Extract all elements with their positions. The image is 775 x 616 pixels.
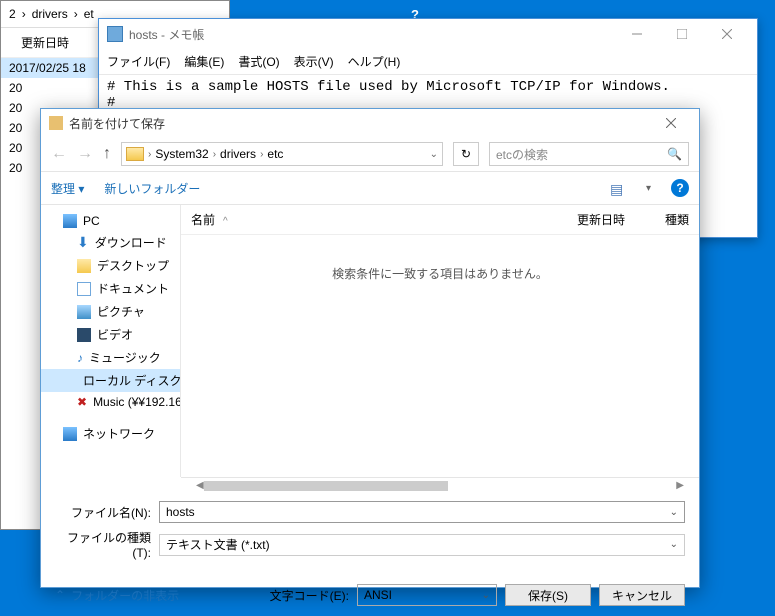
column-type[interactable]: 種類 [665,211,689,228]
tree-network[interactable]: ネットワーク [41,422,180,445]
menu-edit[interactable]: 編集(E) [184,53,224,70]
maximize-button[interactable] [659,20,704,48]
search-input[interactable]: etcの検索 🔍 [489,142,689,166]
menu-help[interactable]: ヘルプ(H) [348,53,401,70]
menu-bar: ファイル(F) 編集(E) 書式(O) 表示(V) ヘルプ(H) [99,49,757,75]
empty-message: 検索条件に一致する項目はありません。 [181,235,699,312]
back-button[interactable]: ← [51,145,67,163]
filetype-combo[interactable]: テキスト文書 (*.txt)⌄ [159,534,685,556]
new-folder-button[interactable]: 新しいフォルダー [104,180,200,197]
column-name[interactable]: 名前^ [191,211,537,228]
tree-downloads[interactable]: ⬇ダウンロード [41,231,180,254]
view-options-button[interactable] [610,181,626,195]
folder-icon [126,147,144,161]
window-title: hosts - メモ帳 [129,26,614,43]
tree-videos[interactable]: ビデオ [41,323,180,346]
save-button[interactable]: 保存(S) [505,584,591,606]
cancel-button[interactable]: キャンセル [599,584,685,606]
hide-folders-link[interactable]: ⌃フォルダーの非表示 [55,587,179,604]
tree-pc[interactable]: PC [41,211,180,231]
encoding-label: 文字コード(E): [270,587,349,604]
close-button[interactable] [704,20,749,48]
tree-music[interactable]: ♪ミュージック [41,346,180,369]
minimize-button[interactable] [614,20,659,48]
folder-icon [49,116,63,130]
tree-music-network[interactable]: ✖Music (¥¥192.168 [41,392,180,412]
address-bar[interactable]: › System32› drivers› etc ⌄ [121,142,443,166]
up-button[interactable]: ↑ [103,145,111,163]
menu-view[interactable]: 表示(V) [294,53,334,70]
notepad-icon [107,26,123,42]
filetype-label: ファイルの種類(T): [55,529,151,560]
forward-button[interactable]: → [77,145,93,163]
dialog-title: 名前を付けて保存 [69,115,651,132]
menu-file[interactable]: ファイル(F) [107,53,170,70]
filename-input[interactable]: hosts⌄ [159,501,685,523]
search-icon: 🔍 [667,147,682,161]
organize-button[interactable]: 整理 ▾ [51,180,84,197]
encoding-combo[interactable]: ANSI⌄ [357,584,497,606]
help-icon[interactable]: ? [671,179,689,197]
tree-documents[interactable]: ドキュメント [41,277,180,300]
refresh-button[interactable]: ↻ [453,142,479,166]
navigation-tree: PC ⬇ダウンロード デスクトップ ドキュメント ピクチャ ビデオ ♪ミュージッ… [41,205,181,477]
menu-format[interactable]: 書式(O) [238,53,279,70]
filename-label: ファイル名(N): [55,504,151,521]
horizontal-scrollbar[interactable]: ◀▶ [181,477,699,493]
save-as-dialog: 名前を付けて保存 ← → ↑ › System32› drivers› etc … [40,108,700,588]
close-button[interactable] [651,109,691,137]
tree-local-disk[interactable]: ローカル ディスク (C [41,369,180,392]
tree-pictures[interactable]: ピクチャ [41,300,180,323]
column-date[interactable]: 更新日時 [577,211,625,228]
tree-desktop[interactable]: デスクトップ [41,254,180,277]
